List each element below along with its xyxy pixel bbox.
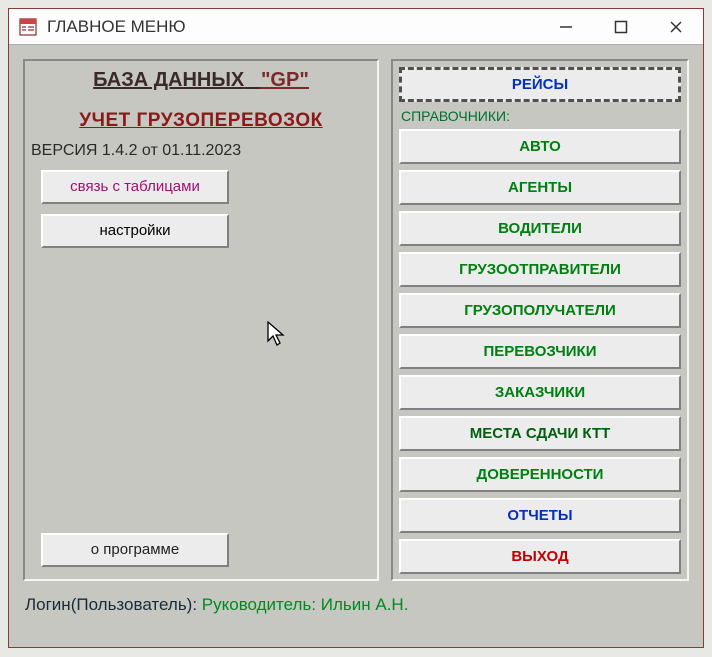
window-body: БАЗА ДАННЫХ "GP" УЧЕТ ГРУЗОПЕРЕВОЗОК ВЕР…	[9, 45, 703, 647]
reports-button[interactable]: ОТЧЕТЫ	[399, 498, 681, 533]
main-menu-window: ГЛАВНОЕ МЕНЮ БАЗА ДАННЫХ "GP" УЧЕТ	[8, 8, 704, 648]
app-subtitle: УЧЕТ ГРУЗОПЕРЕВОЗОК	[25, 110, 377, 132]
login-line: Логин(Пользователь): Руководитель: Ильин…	[25, 595, 408, 615]
db-title: БАЗА ДАННЫХ "GP"	[25, 69, 377, 92]
close-button[interactable]	[648, 9, 703, 44]
window-controls	[538, 9, 703, 44]
maximize-button[interactable]	[593, 9, 648, 44]
db-name: "GP"	[261, 69, 309, 91]
carriers-button[interactable]: ПЕРЕВОЗЧИКИ	[399, 334, 681, 369]
login-label: Логин(Пользователь):	[25, 595, 202, 614]
auto-button[interactable]: АВТО	[399, 129, 681, 164]
titlebar: ГЛАВНОЕ МЕНЮ	[9, 9, 703, 45]
ktt-button[interactable]: МЕСТА СДАЧИ КТТ	[399, 416, 681, 451]
poa-button[interactable]: ДОВЕРЕННОСТИ	[399, 457, 681, 492]
version-label: ВЕРСИЯ 1.4.2 от 01.11.2023	[31, 142, 377, 160]
shippers-button[interactable]: ГРУЗООТПРАВИТЕЛИ	[399, 252, 681, 287]
customers-button[interactable]: ЗАКАЗЧИКИ	[399, 375, 681, 410]
app-form-icon	[19, 18, 37, 36]
right-panel: РЕЙСЫ СПРАВОЧНИКИ: АВТО АГЕНТЫ ВОДИТЕЛИ …	[391, 59, 689, 581]
settings-button[interactable]: настройки	[41, 214, 229, 248]
mouse-cursor-icon	[267, 321, 287, 354]
login-user: Руководитель: Ильин А.Н.	[202, 595, 409, 614]
exit-button[interactable]: ВЫХОД	[399, 539, 681, 574]
directories-label: СПРАВОЧНИКИ:	[401, 108, 681, 124]
trips-button[interactable]: РЕЙСЫ	[399, 67, 681, 102]
link-tables-button[interactable]: связь с таблицами	[41, 170, 229, 204]
agents-button[interactable]: АГЕНТЫ	[399, 170, 681, 205]
consignees-button[interactable]: ГРУЗОПОЛУЧАТЕЛИ	[399, 293, 681, 328]
window-title: ГЛАВНОЕ МЕНЮ	[47, 17, 186, 37]
minimize-button[interactable]	[538, 9, 593, 44]
left-panel: БАЗА ДАННЫХ "GP" УЧЕТ ГРУЗОПЕРЕВОЗОК ВЕР…	[23, 59, 379, 581]
about-button[interactable]: о программе	[41, 533, 229, 567]
drivers-button[interactable]: ВОДИТЕЛИ	[399, 211, 681, 246]
db-label: БАЗА ДАННЫХ	[93, 69, 244, 91]
